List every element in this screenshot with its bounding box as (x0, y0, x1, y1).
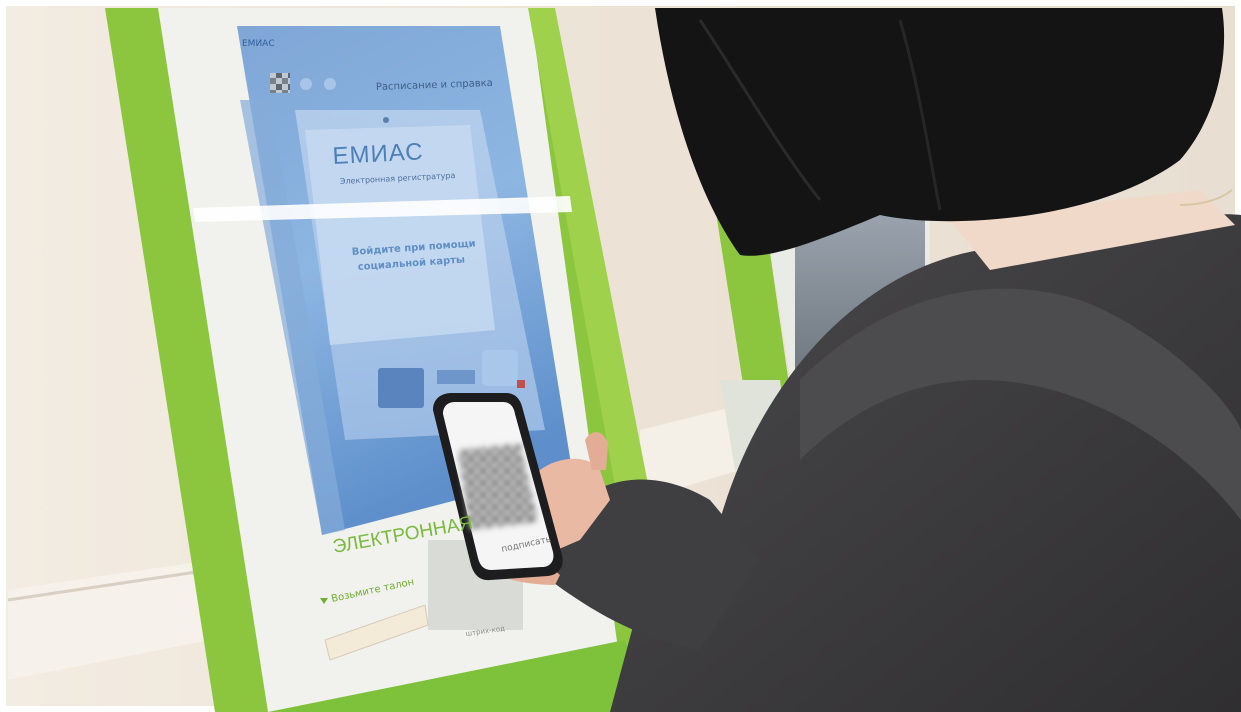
qr-code-icon[interactable] (270, 73, 290, 93)
screen-logo: ЕМИАС (332, 138, 424, 170)
card-slot-icon[interactable] (437, 370, 475, 384)
card-reader-icon[interactable] (378, 368, 424, 408)
nfc-icon[interactable] (482, 350, 518, 386)
language-icon[interactable] (324, 78, 336, 90)
photo-scene: ЕМИАС Расписание и справка ЕМИАС Электро… (0, 0, 1241, 712)
accessibility-icon[interactable] (300, 78, 312, 90)
photo-canvas: ЕМИАС Расписание и справка ЕМИАС Электро… (0, 0, 1241, 712)
red-indicator (517, 380, 525, 388)
screen-corner-brand: ЕМИАС (242, 39, 275, 49)
camera-indicator (383, 117, 389, 123)
